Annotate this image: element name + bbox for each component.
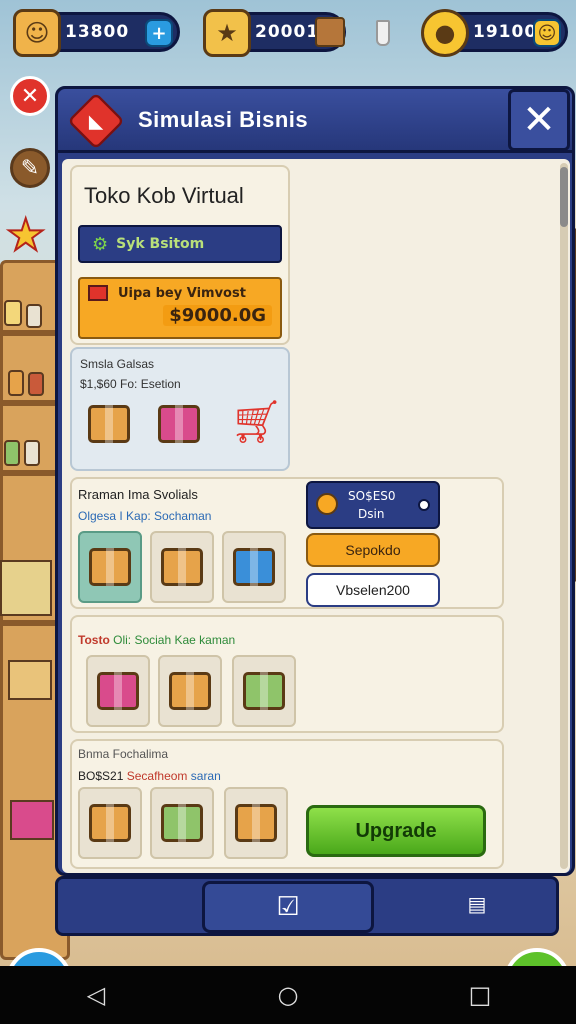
home-icon[interactable]: ○	[258, 981, 318, 1009]
top-hud: ☺ 13800 + ★ 200010 ● 19100 ☺	[0, 6, 576, 58]
info-dot-icon	[418, 499, 430, 511]
system-nav-bar: ◁ ○ □	[0, 966, 576, 1024]
section-3-slot-2[interactable]	[158, 655, 222, 727]
balance-value: $9000.0G	[163, 305, 272, 326]
store-card: Toko Kob Virtual ⚙ Syk Bsitom Uipa bey V…	[70, 165, 290, 345]
recent-apps-icon[interactable]: □	[450, 981, 510, 1009]
balloon-icon: ●	[421, 9, 469, 57]
section-3-slot-1[interactable]	[86, 655, 150, 727]
yellow-action-button[interactable]: Sepokdo	[306, 533, 440, 567]
section-4-sub-blue: saran	[190, 769, 221, 783]
product-slot-3[interactable]	[222, 531, 286, 603]
pencil-icon[interactable]: ✎	[10, 148, 50, 188]
section-4-card: Bnma Fochalima BO$S21 Secafheom saran Up…	[70, 739, 504, 869]
chest-icon[interactable]	[315, 17, 345, 47]
resource-counter-3[interactable]: ● 19100 ☺	[421, 9, 568, 57]
shop-logo-icon: ◣	[67, 92, 125, 150]
section-4-title: Bnma Fochalima	[78, 747, 169, 761]
panel-header: ◣ Simulasi Bisnis ✕	[58, 89, 572, 153]
stock-card: Smsla Galsas $1,$60 Fo: Esetion 🛒︎	[70, 347, 290, 471]
info-line-2: Dsin	[358, 507, 385, 521]
face-badge-icon: ☺	[13, 9, 61, 57]
star-badge-icon: ★	[203, 9, 251, 57]
close-icon[interactable]: ✕	[508, 89, 570, 151]
section-4-slot-2[interactable]	[150, 787, 214, 859]
section-4-subtitle: BO$S21 Secafheom saran	[78, 769, 221, 783]
section-3-title: Oli: Sociah Kae kaman	[113, 633, 236, 647]
section-3-slot-3[interactable]	[232, 655, 296, 727]
products-subtitle: Olgesa I Kap: Sochaman	[78, 509, 212, 523]
clock-icon	[316, 493, 338, 515]
stock-title: Smsla Galsas	[80, 357, 155, 371]
section-3-card: Tosto Oli: Sociah Kae kaman	[70, 615, 504, 733]
section-4-sub-red: Secafheom	[126, 769, 188, 783]
section-4-slot-3[interactable]	[224, 787, 288, 859]
smile-icon[interactable]: ☺	[533, 19, 561, 47]
chat-icon[interactable]: ▤	[462, 891, 492, 917]
checklist-icon[interactable]: ☑	[202, 881, 374, 933]
back-icon[interactable]: ◁	[66, 981, 126, 1009]
product-slot-2[interactable]	[150, 531, 214, 603]
gear-icon: ⚙	[92, 233, 109, 255]
info-line-1: SO$ES0	[348, 489, 396, 503]
section-3-title-red: Tosto	[78, 633, 110, 647]
resource-counter-2[interactable]: ★ 200010	[203, 9, 346, 57]
status-bar: ⚙ Syk Bsitom	[78, 225, 282, 263]
balance-label: Uipa bey Vimvost	[118, 285, 246, 301]
section-4-sub-dark: BO$S21	[78, 769, 124, 783]
cup-icon	[376, 20, 390, 46]
info-box: SO$ES0 Dsin	[306, 481, 440, 529]
panel-title: Simulasi Bisnis	[138, 107, 309, 132]
resource-counter-1[interactable]: ☺ 13800 +	[13, 9, 180, 57]
product-slot-1[interactable]	[78, 531, 142, 603]
store-name: Toko Kob Virtual	[84, 183, 244, 208]
scrollbar[interactable]	[560, 163, 568, 869]
products-title: Rraman Ima Svolials	[78, 487, 198, 502]
panel-body: Toko Kob Virtual ⚙ Syk Bsitom Uipa bey V…	[62, 159, 570, 873]
star-icon[interactable]: ★	[5, 209, 46, 262]
upgrade-button[interactable]: Upgrade	[306, 805, 486, 857]
bottom-tab-bar: ☑ ▤	[55, 876, 559, 936]
plus-icon[interactable]: +	[145, 19, 173, 47]
business-sim-panel: ◣ Simulasi Bisnis ✕ Toko Kob Virtual ⚙ S…	[55, 86, 575, 876]
section-4-slot-1[interactable]	[78, 787, 142, 859]
box-orange-icon[interactable]	[88, 405, 130, 443]
status-bar-label: Syk Bsitom	[116, 236, 205, 252]
shopping-cart-icon[interactable]: 🛒︎	[230, 397, 283, 447]
section-3-header: Tosto Oli: Sociah Kae kaman	[78, 633, 235, 647]
white-action-button[interactable]: Vbselen200	[306, 573, 440, 607]
close-circle-icon[interactable]: ✕	[10, 76, 50, 116]
balance-bar: Uipa bey Vimvost $9000.0G	[78, 277, 282, 339]
stock-subtitle: $1,$60 Fo: Esetion	[80, 377, 181, 391]
cash-icon	[88, 285, 108, 301]
box-pink-icon[interactable]	[158, 405, 200, 443]
